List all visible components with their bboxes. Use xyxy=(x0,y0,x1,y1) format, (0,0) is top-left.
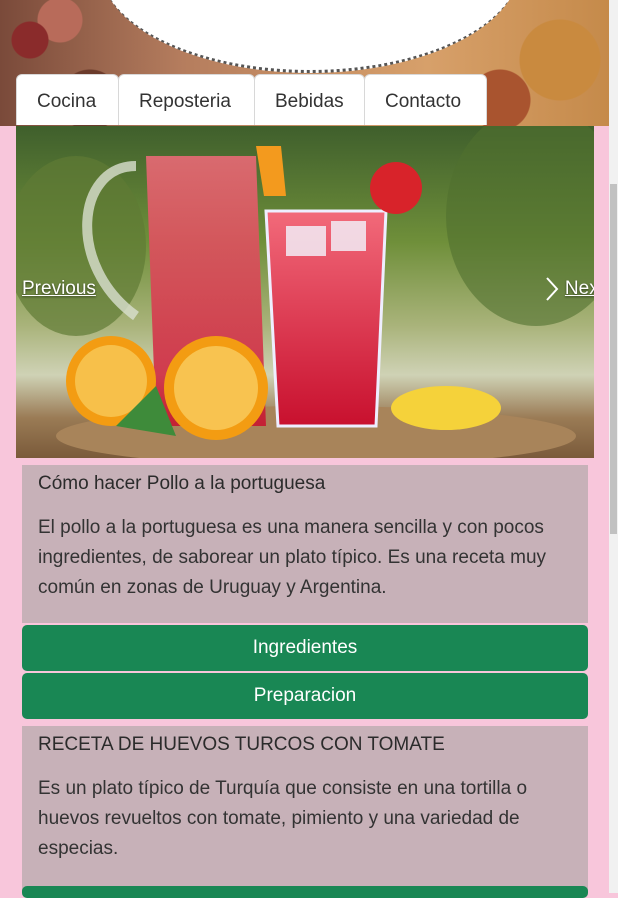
tab-cocina[interactable]: Cocina xyxy=(16,74,119,125)
recipe-card-huevos: RECETA DE HUEVOS TURCOS CON TOMATE Es un… xyxy=(22,726,588,893)
next-label: Next xyxy=(564,278,594,299)
recipe-description: El pollo a la portuguesa es una manera s… xyxy=(38,517,547,598)
carousel-slide-image xyxy=(16,126,594,458)
recipe-title: RECETA DE HUEVOS TURCOS CON TOMATE xyxy=(38,734,445,755)
scrollbar-thumb[interactable] xyxy=(610,184,617,534)
page-scrollbar[interactable] xyxy=(609,0,618,893)
header-plate-image xyxy=(100,0,520,73)
recipe-description: Es un plato típico de Turquía que consis… xyxy=(38,778,528,859)
carousel-next-control[interactable]: Next xyxy=(545,276,594,302)
image-carousel: Previous Next xyxy=(16,126,594,458)
carousel-previous-control[interactable]: Previous xyxy=(16,276,96,302)
nav-tabs: Cocina Reposteria Bebidas Contacto xyxy=(16,74,487,126)
chevron-right-icon xyxy=(546,277,559,301)
recipe-button-partial[interactable] xyxy=(22,886,588,898)
recipe-card-pollo: Cómo hacer Pollo a la portuguesa El poll… xyxy=(22,465,588,623)
ingredients-button[interactable]: Ingredientes xyxy=(22,625,588,671)
tab-reposteria[interactable]: Reposteria xyxy=(118,74,255,125)
tab-contacto[interactable]: Contacto xyxy=(364,74,487,125)
recipe-title: Cómo hacer Pollo a la portuguesa xyxy=(38,473,326,494)
previous-label: Previous xyxy=(22,278,96,299)
tab-bebidas[interactable]: Bebidas xyxy=(254,74,365,125)
preparation-button[interactable]: Preparacion xyxy=(22,673,588,719)
